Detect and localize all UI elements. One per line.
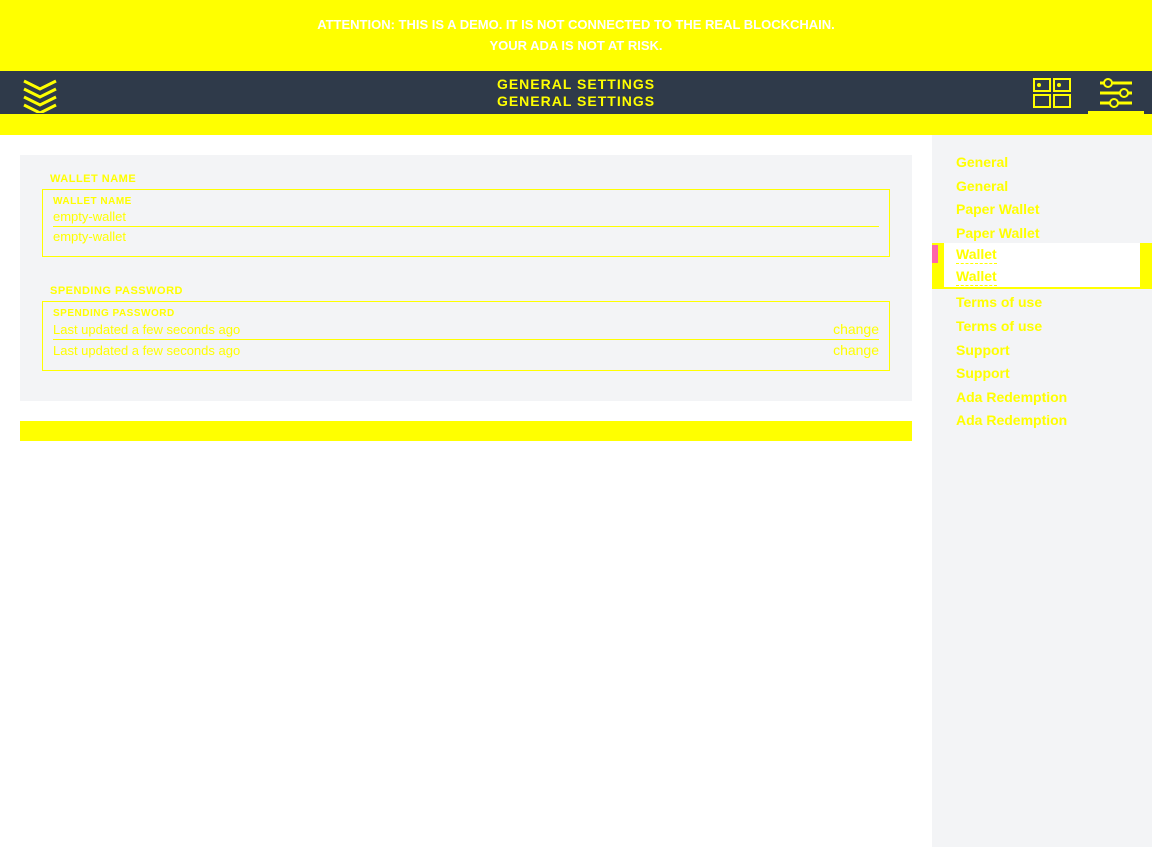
grid-icon[interactable]: [1030, 75, 1074, 111]
yellow-substrip: [0, 114, 1152, 135]
change-password-link-1[interactable]: change: [833, 321, 879, 337]
wallet-name-label-outer: WALLET NAME: [42, 173, 890, 185]
change-password-link-2[interactable]: change: [833, 342, 879, 358]
sidebar-item-support-2[interactable]: Support: [932, 362, 1152, 386]
spending-password-label-inner: SPENDING PASSWORD: [53, 308, 879, 319]
demo-banner: ATTENTION: THIS IS A DEMO. IT IS NOT CON…: [0, 0, 1152, 71]
sidebar-item-terms-2[interactable]: Terms of use: [932, 315, 1152, 339]
wallet-name-value-row-1[interactable]: empty-wallet: [53, 207, 879, 227]
wallet-name-value-2: empty-wallet: [53, 229, 126, 244]
settings-sidebar: General General Paper Wallet Paper Walle…: [932, 135, 1152, 847]
work-area: WALLET NAME WALLET NAME empty-wallet emp…: [0, 135, 1152, 847]
spending-password-row-1: Last updated a few seconds ago change: [53, 319, 879, 340]
sidebar-item-general-1[interactable]: General: [932, 151, 1152, 175]
topbar: GENERAL SETTINGS GENERAL SETTINGS: [0, 71, 1152, 114]
sidebar-item-wallet-active[interactable]: Wallet: [932, 243, 1152, 265]
spending-password-field: SPENDING PASSWORD Last updated a few sec…: [42, 301, 890, 371]
spending-password-status-2: Last updated a few seconds ago: [53, 343, 240, 358]
spending-password-label-outer: SPENDING PASSWORD: [42, 285, 890, 297]
banner-line2: YOUR ADA IS NOT AT RISK.: [489, 36, 662, 57]
wallet-name-label-inner: WALLET NAME: [53, 196, 879, 207]
sidebar-item-general-2[interactable]: General: [932, 175, 1152, 199]
title-line-1: GENERAL SETTINGS: [0, 76, 1152, 93]
title-line-2: GENERAL SETTINGS: [0, 93, 1152, 110]
sidebar-item-wallet-label-2: Wallet: [956, 268, 997, 286]
sidebar-item-wallet-label-1: Wallet: [956, 246, 997, 264]
spending-password-status-1: Last updated a few seconds ago: [53, 322, 240, 337]
sidebar-item-paper-wallet-1[interactable]: Paper Wallet: [932, 198, 1152, 222]
panel-bottom-highlight: [20, 421, 912, 441]
sidebar-item-terms-1[interactable]: Terms of use: [932, 291, 1152, 315]
settings-panel: WALLET NAME WALLET NAME empty-wallet emp…: [20, 155, 912, 401]
active-accent: [932, 245, 938, 263]
topbar-actions: [1030, 75, 1138, 111]
spending-password-row-2: Last updated a few seconds ago change: [53, 340, 879, 360]
wallet-name-field[interactable]: WALLET NAME empty-wallet empty-wallet: [42, 189, 890, 257]
panel-gap: [20, 401, 912, 421]
settings-panel-wrap: WALLET NAME WALLET NAME empty-wallet emp…: [0, 135, 932, 847]
sidebar-item-support-1[interactable]: Support: [932, 339, 1152, 363]
sidebar-item-wallet-active-2[interactable]: Wallet: [932, 265, 1152, 289]
sidebar-item-paper-wallet-2[interactable]: Paper Wallet: [932, 222, 1152, 244]
sidebar-item-ada-redemption-2[interactable]: Ada Redemption: [932, 409, 1152, 433]
sliders-icon[interactable]: [1094, 75, 1138, 111]
wallet-name-value-1: empty-wallet: [53, 209, 126, 224]
banner-line1: ATTENTION: THIS IS A DEMO. IT IS NOT CON…: [317, 15, 835, 36]
active-tab-indicator: [1088, 111, 1144, 131]
wallet-name-value-row-2[interactable]: empty-wallet: [53, 227, 879, 246]
sidebar-item-ada-redemption-1[interactable]: Ada Redemption: [932, 386, 1152, 410]
page-title: GENERAL SETTINGS GENERAL SETTINGS: [0, 76, 1152, 110]
